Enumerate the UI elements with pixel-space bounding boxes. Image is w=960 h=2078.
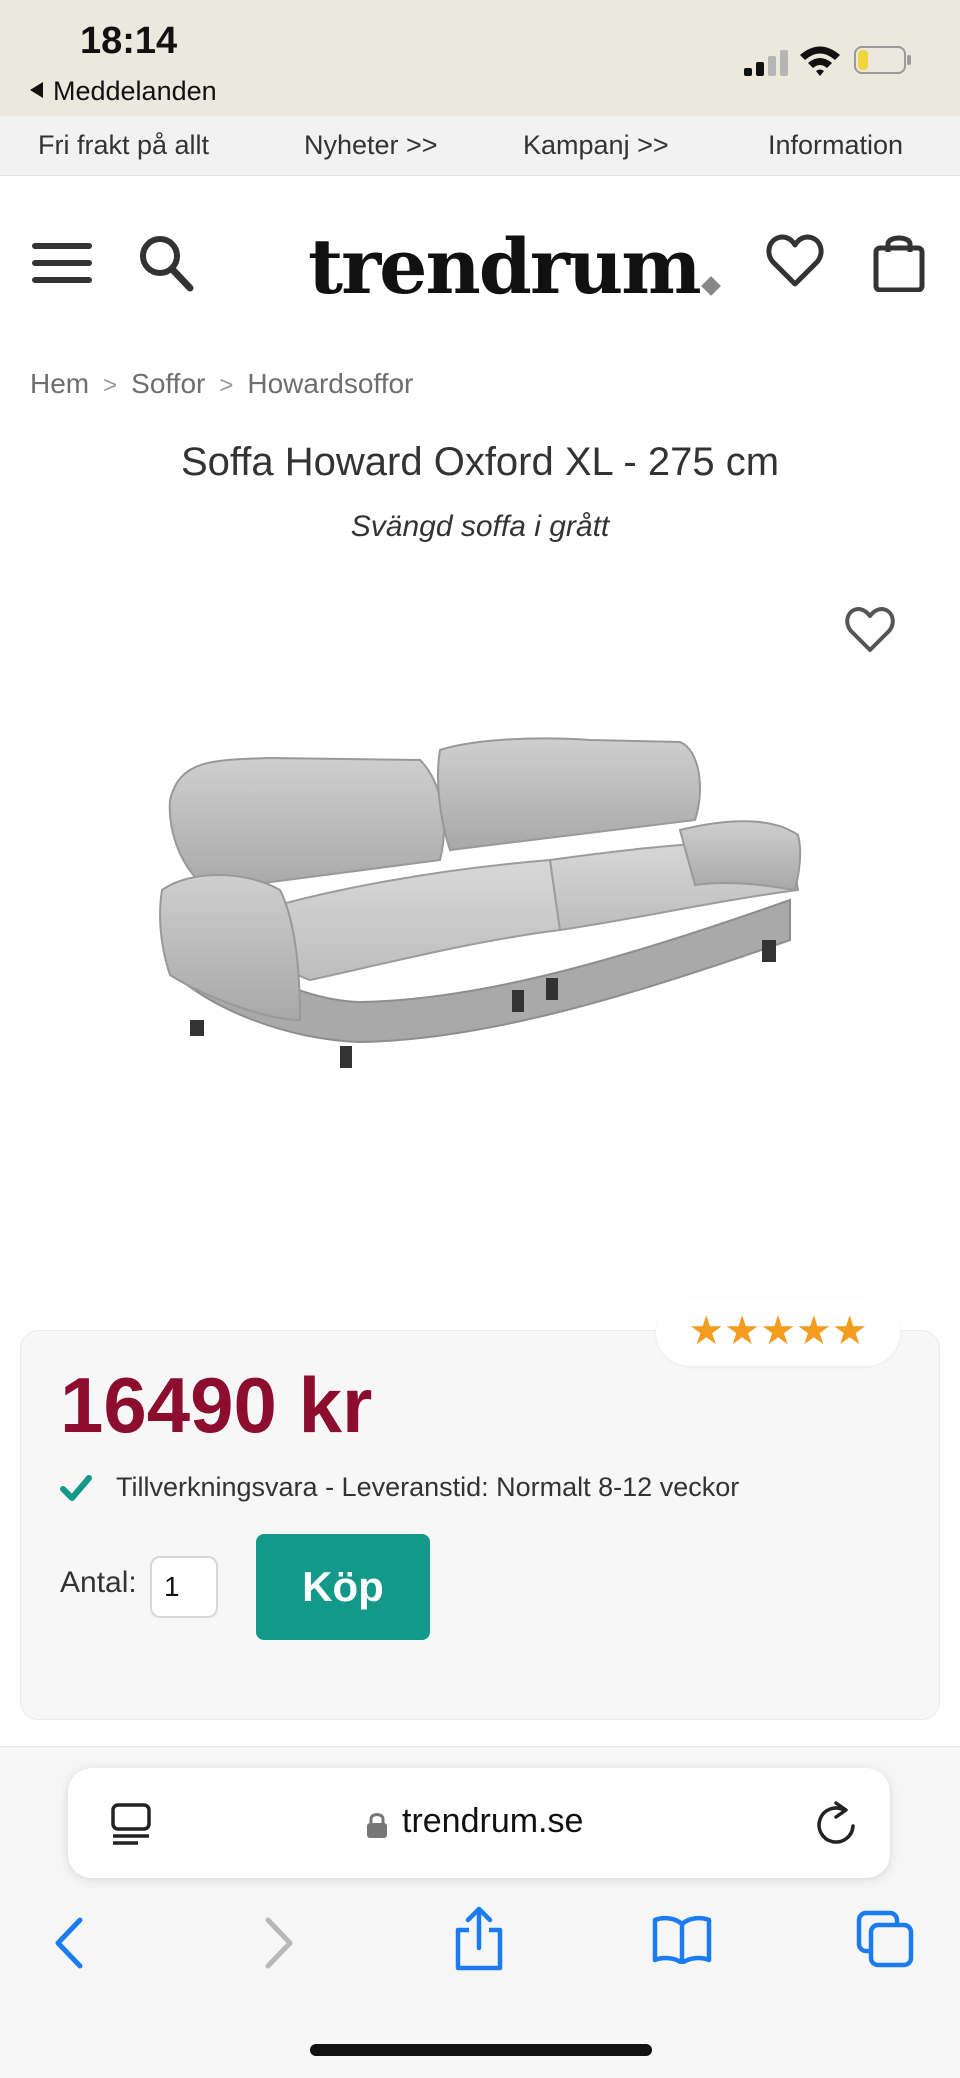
wifi-icon: [800, 46, 840, 76]
product-price: 16490 kr: [60, 1361, 373, 1449]
breadcrumb-home[interactable]: Hem: [30, 368, 89, 399]
product-subtitle: Svängd soffa i grått: [350, 510, 610, 543]
promo-news-link[interactable]: Nyheter >>: [304, 130, 438, 161]
cellular-signal-icon: [744, 50, 788, 76]
favorite-heart-icon[interactable]: [844, 604, 896, 654]
battery-icon: [854, 46, 911, 74]
delivery-info: Tillverkningsvara - Leveranstid: Normalt…: [116, 1472, 740, 1502]
product-title: Soffa Howard Oxford XL - 275 cm: [180, 440, 780, 484]
tabs-icon[interactable]: [856, 1910, 914, 1968]
logo-text: trendrum: [308, 222, 702, 311]
breadcrumb-separator: >: [219, 372, 234, 399]
heart-icon[interactable]: [766, 232, 824, 288]
back-triangle-icon: [30, 82, 43, 98]
reader-icon[interactable]: [110, 1802, 152, 1846]
home-indicator: [310, 2044, 652, 2056]
share-icon[interactable]: [452, 1906, 506, 1972]
status-bar: 18:14 Meddelanden: [0, 0, 960, 116]
status-time: 18:14: [80, 20, 178, 62]
bookmarks-icon[interactable]: [652, 1914, 712, 1964]
site-logo[interactable]: trendrum: [308, 222, 721, 311]
search-icon[interactable]: [138, 234, 194, 292]
product-image[interactable]: [150, 720, 810, 1100]
breadcrumb-separator: >: [103, 372, 118, 399]
url-text[interactable]: trendrum.se: [402, 1802, 583, 1841]
quantity-input[interactable]: [150, 1556, 218, 1618]
breadcrumb-sofas[interactable]: Soffor: [131, 368, 205, 399]
reload-icon[interactable]: [814, 1800, 858, 1846]
check-icon: [60, 1475, 92, 1501]
shopping-bag-icon[interactable]: [872, 232, 926, 292]
back-app-label: Meddelanden: [53, 76, 217, 106]
breadcrumb: Hem > Soffor > Howardsoffor: [30, 368, 413, 400]
promo-free-shipping[interactable]: Fri frakt på allt: [38, 130, 209, 161]
lock-icon: [367, 1813, 387, 1838]
menu-icon[interactable]: [32, 243, 92, 287]
promo-information-link[interactable]: Information: [768, 130, 903, 161]
promo-campaign-link[interactable]: Kampanj >>: [523, 130, 669, 161]
buy-button[interactable]: Köp: [256, 1534, 430, 1640]
breadcrumb-howard-sofas[interactable]: Howardsoffor: [247, 368, 413, 399]
logo-dot: [700, 276, 721, 296]
forward-arrow-icon[interactable]: [258, 1916, 298, 1970]
promo-nav: Fri frakt på allt Nyheter >> Kampanj >> …: [0, 116, 960, 176]
rating-stars[interactable]: ★★★★★: [656, 1298, 900, 1366]
back-arrow-icon[interactable]: [50, 1916, 90, 1970]
quantity-label: Antal:: [60, 1566, 137, 1599]
back-to-app-link[interactable]: Meddelanden: [30, 76, 217, 107]
site-header: trendrum: [0, 176, 960, 352]
